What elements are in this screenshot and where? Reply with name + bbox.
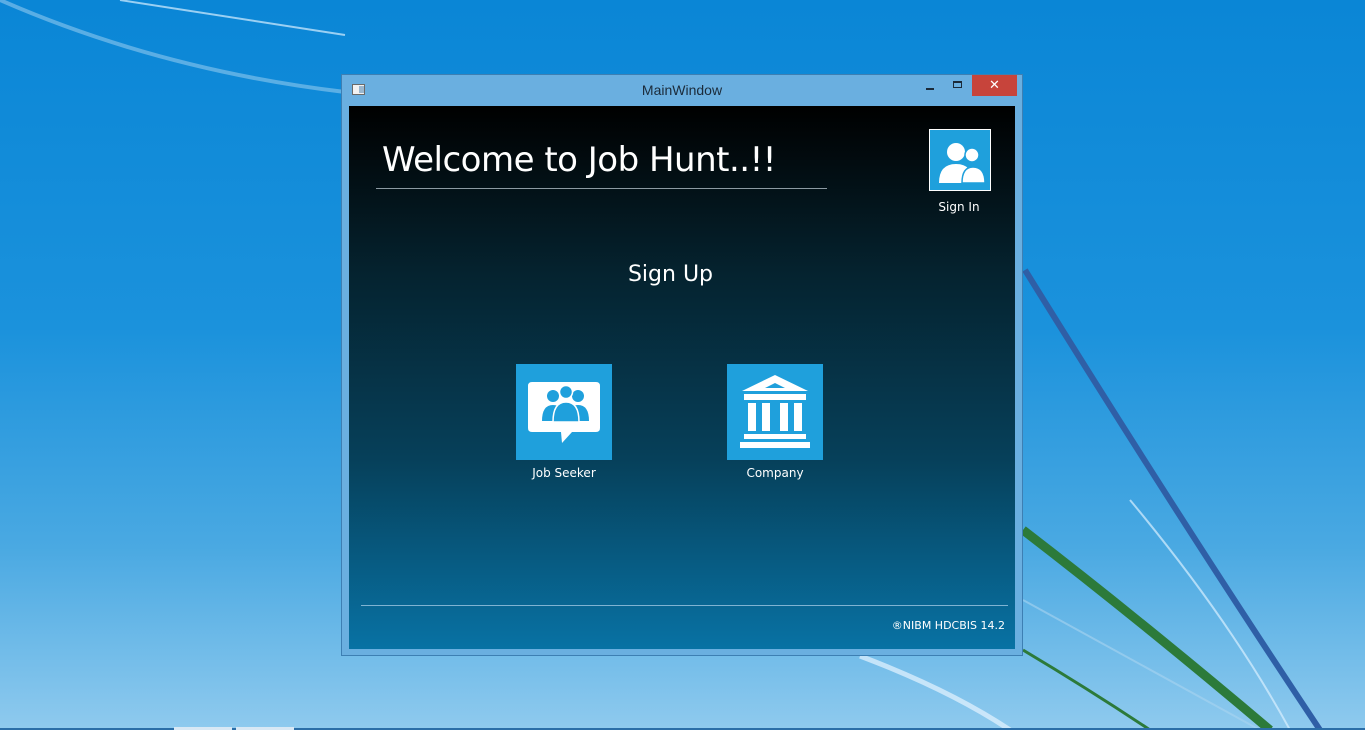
sign-in-label: Sign In bbox=[938, 200, 980, 214]
company-label: Company bbox=[746, 466, 804, 480]
maximize-button[interactable] bbox=[945, 75, 971, 96]
close-button[interactable]: ✕ bbox=[972, 75, 1017, 96]
app-content: Welcome to Job Hunt..!! Sign In Sign Up bbox=[349, 106, 1015, 649]
company-button[interactable] bbox=[727, 364, 823, 460]
main-window: MainWindow ✕ Welcome to Job Hunt..!! Sig… bbox=[341, 74, 1023, 656]
welcome-heading: Welcome to Job Hunt..!! bbox=[382, 140, 776, 180]
footer-divider bbox=[361, 605, 1008, 606]
footer-copyright: ®NIBM HDCBIS 14.2 bbox=[891, 619, 1005, 632]
title-bar[interactable]: MainWindow ✕ bbox=[342, 75, 1022, 105]
sign-up-title: Sign Up bbox=[627, 262, 714, 287]
close-icon: ✕ bbox=[989, 78, 1000, 93]
sign-in-button[interactable] bbox=[929, 129, 991, 191]
job-seeker-label: Job Seeker bbox=[532, 466, 596, 480]
chat-people-icon bbox=[528, 382, 600, 443]
maximize-icon bbox=[953, 81, 962, 88]
job-seeker-button[interactable] bbox=[516, 364, 612, 460]
heading-underline bbox=[376, 188, 827, 189]
building-icon bbox=[740, 375, 810, 448]
minimize-icon bbox=[926, 88, 934, 90]
users-icon bbox=[939, 143, 986, 184]
minimize-button[interactable] bbox=[917, 75, 943, 96]
